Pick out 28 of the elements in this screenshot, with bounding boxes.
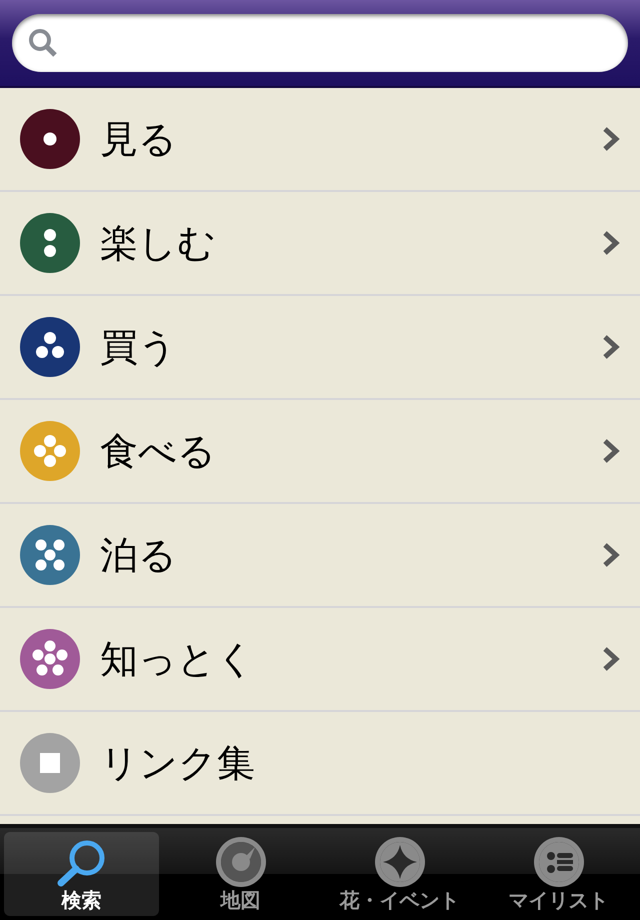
chevron-icon	[602, 646, 620, 672]
category-item[interactable]: リンク集	[0, 712, 640, 816]
category-label: 泊る	[100, 532, 178, 578]
tab[interactable]: 地図	[163, 832, 318, 916]
category-label: 見る	[100, 116, 178, 162]
search-icon	[28, 28, 58, 58]
gauge-icon	[214, 836, 266, 888]
category-item[interactable]: 楽しむ	[0, 192, 640, 296]
category-label: リンク集	[100, 740, 256, 786]
tab[interactable]: マイリスト	[481, 832, 636, 916]
tab[interactable]: 花・イベント	[322, 832, 477, 916]
category-item[interactable]: 食べる	[0, 400, 640, 504]
category-item[interactable]: 知っとく	[0, 608, 640, 712]
category-label: 買う	[100, 324, 178, 370]
category-label: 食べる	[100, 428, 217, 474]
tab[interactable]: 検索	[4, 832, 159, 916]
category-label: 知っとく	[100, 636, 256, 682]
sparkle-icon	[374, 836, 426, 888]
category-item[interactable]: 見る	[0, 88, 640, 192]
chevron-icon	[602, 334, 620, 360]
chevron-icon	[602, 438, 620, 464]
chevron-icon	[602, 126, 620, 152]
list-icon	[532, 836, 584, 888]
category-label: 楽しむ	[100, 220, 217, 266]
chevron-icon	[602, 230, 620, 256]
chevron-icon	[602, 542, 620, 568]
category-item[interactable]: 買う	[0, 296, 640, 400]
category-item[interactable]: 泊る	[0, 504, 640, 608]
